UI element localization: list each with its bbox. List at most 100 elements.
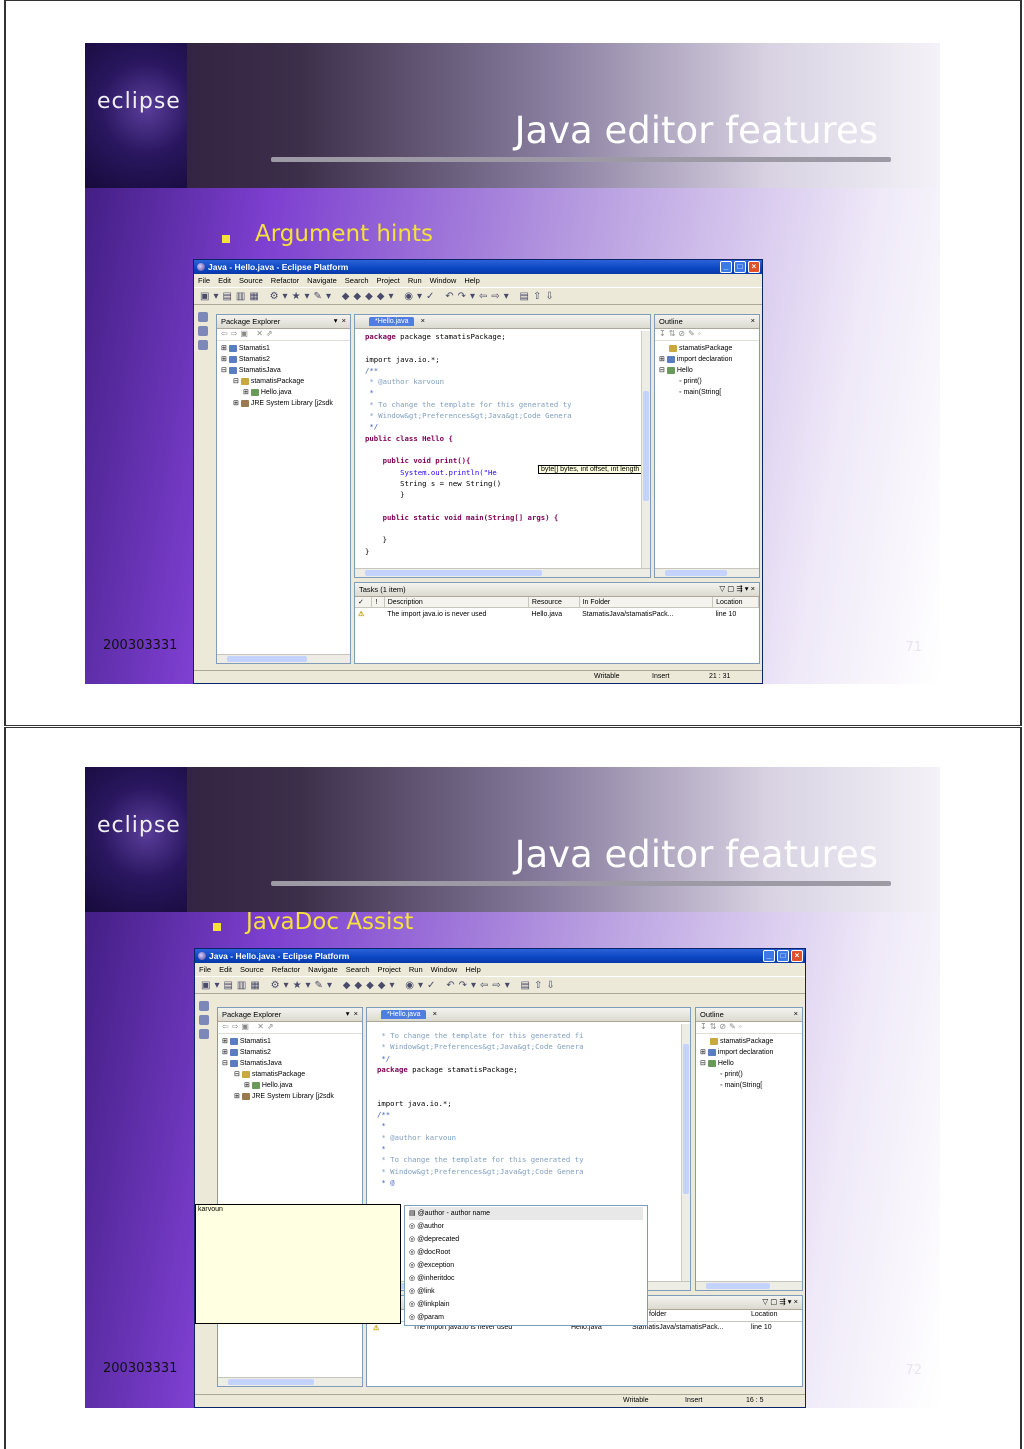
menu-help[interactable]: Help: [464, 276, 479, 287]
menu-source[interactable]: Source: [240, 965, 264, 976]
view-toolbar[interactable]: ⇦⇨▣ ✕⇗: [217, 329, 350, 341]
menu-help[interactable]: Help: [465, 965, 480, 976]
menu-navigate[interactable]: Navigate: [307, 276, 337, 287]
outline-item[interactable]: ⊞ import declaration: [700, 1047, 798, 1058]
close-tab-icon[interactable]: ×: [433, 1009, 437, 1018]
menu-project[interactable]: Project: [377, 276, 400, 287]
menu-search[interactable]: Search: [346, 965, 370, 976]
menu-edit[interactable]: Edit: [218, 276, 231, 287]
tree-item[interactable]: ⊟ StamatisJava: [221, 365, 346, 376]
column-header[interactable]: Description: [384, 597, 529, 608]
column-header[interactable]: In Folder: [579, 597, 714, 608]
outline-item[interactable]: stamatisPackage: [659, 343, 755, 354]
table-row[interactable]: ⚠ The import java.io is never used Hello…: [355, 608, 759, 621]
outline-item[interactable]: ⊞ import declaration: [659, 354, 755, 365]
proposal-item[interactable]: ◎ @docRoot: [409, 1246, 643, 1259]
minimize-button[interactable]: _: [720, 261, 732, 273]
perspective-icon[interactable]: [198, 340, 208, 350]
menu-run[interactable]: Run: [409, 965, 423, 976]
outline-item[interactable]: ⊟ Hello: [700, 1058, 798, 1069]
view-toolbar[interactable]: ↧⇅⊘✎◦: [655, 329, 759, 341]
view-menu-icon[interactable]: ▽ ▢ ⇶ ▾ ×: [762, 1297, 798, 1306]
main-toolbar[interactable]: ▣▾▤▥▦ ⚙▾★▾✎▾ ◆◆◆◆▾ ◉▾✓ ↶↷▾⇦⇨▾ ▤⇧⇩: [195, 976, 805, 994]
tree-item[interactable]: ⊟ stamatisPackage: [222, 1069, 358, 1080]
menu-file[interactable]: File: [199, 965, 211, 976]
proposal-item[interactable]: ◎ @param: [409, 1311, 643, 1324]
javadoc-assist-proposal-list[interactable]: ▤ @author - author name ◎ @author ◎ @dep…: [404, 1205, 648, 1326]
column-header[interactable]: Location: [751, 1311, 777, 1318]
maximize-button[interactable]: □: [777, 950, 789, 962]
maximize-button[interactable]: □: [734, 261, 746, 273]
proposal-item[interactable]: ◎ @linkplain: [409, 1298, 643, 1311]
outline-item[interactable]: ⊟ Hello: [659, 365, 755, 376]
vertical-scrollbar[interactable]: [681, 1024, 690, 1281]
menu-search[interactable]: Search: [345, 276, 369, 287]
tree-item[interactable]: ⊞ Stamatis2: [221, 354, 346, 365]
proposal-item[interactable]: ◎ @deprecated: [409, 1233, 643, 1246]
proposal-item[interactable]: ◎ @inheritdoc: [409, 1272, 643, 1285]
menu-run[interactable]: Run: [408, 276, 422, 287]
menu-edit[interactable]: Edit: [219, 965, 232, 976]
perspective-icon[interactable]: [199, 1029, 209, 1039]
tree-item[interactable]: ⊟ stamatisPackage: [221, 376, 346, 387]
close-view-icon[interactable]: ▾ ×: [346, 1009, 358, 1018]
horizontal-scrollbar[interactable]: [218, 1377, 362, 1386]
minimize-button[interactable]: _: [763, 950, 775, 962]
main-toolbar[interactable]: ▣▾▤▥▦ ⚙▾★▾✎▾ ◆◆◆◆▾ ◉▾✓ ↶↷▾⇦⇨▾ ▤⇧⇩: [194, 287, 762, 305]
perspective-icon[interactable]: [199, 1001, 209, 1011]
column-header[interactable]: folder: [649, 1311, 667, 1318]
view-menu-icon[interactable]: ▽ ▢ ⇶ ▾ ×: [719, 584, 755, 593]
close-tab-icon[interactable]: ×: [421, 316, 425, 325]
menu-refactor[interactable]: Refactor: [271, 276, 299, 287]
tree-item[interactable]: ⊟ StamatisJava: [222, 1058, 358, 1069]
tree-item[interactable]: ⊞ JRE System Library [j2sdk: [221, 398, 346, 409]
outline-item[interactable]: ◦ print(): [700, 1069, 798, 1080]
outline-item[interactable]: ◦ print(): [659, 376, 755, 387]
outline-item[interactable]: ◦ main(String[: [659, 387, 755, 398]
perspective-icon[interactable]: [198, 326, 208, 336]
horizontal-scrollbar[interactable]: [355, 568, 650, 577]
tree-item[interactable]: ⊞ Stamatis1: [221, 343, 346, 354]
code-area[interactable]: package package stamatisPackage; import …: [355, 329, 650, 557]
column-header[interactable]: !: [371, 597, 385, 608]
code-area[interactable]: * To change the template for this genera…: [367, 1022, 690, 1188]
menu-navigate[interactable]: Navigate: [308, 965, 338, 976]
menu-refactor[interactable]: Refactor: [272, 965, 300, 976]
menu-window[interactable]: Window: [430, 276, 457, 287]
status-cursor-position: 21 : 31: [709, 673, 731, 680]
horizontal-scrollbar[interactable]: [696, 1281, 802, 1290]
perspective-icon[interactable]: [199, 1015, 209, 1025]
vertical-scrollbar[interactable]: [641, 331, 650, 568]
tree-item[interactable]: ⊞ Hello.java: [221, 387, 346, 398]
tree-item[interactable]: ⊞ Stamatis2: [222, 1047, 358, 1058]
close-view-icon[interactable]: ×: [751, 316, 755, 325]
close-view-icon[interactable]: ▾ ×: [334, 316, 346, 325]
tree-item[interactable]: ⊞ Hello.java: [222, 1080, 358, 1091]
horizontal-scrollbar[interactable]: [217, 654, 350, 663]
close-view-icon[interactable]: ×: [794, 1009, 798, 1018]
proposal-item[interactable]: ▤ @author - author name: [409, 1207, 643, 1220]
editor-tab-hello-java[interactable]: *Hello.java: [381, 1010, 427, 1019]
column-header[interactable]: Location: [712, 597, 759, 608]
proposal-item[interactable]: ◎ @link: [409, 1285, 643, 1298]
window-title: Java - Hello.java - Eclipse Platform: [208, 262, 349, 272]
perspective-icon[interactable]: [198, 312, 208, 322]
column-header[interactable]: Resource: [528, 597, 580, 608]
view-toolbar[interactable]: ⇦⇨▣ ✕⇗: [218, 1022, 362, 1034]
proposal-item[interactable]: ◎ @exception: [409, 1259, 643, 1272]
outline-item[interactable]: stamatisPackage: [700, 1036, 798, 1047]
horizontal-scrollbar[interactable]: [655, 568, 759, 577]
tree-item[interactable]: ⊞ JRE System Library [j2sdk: [222, 1091, 358, 1102]
view-toolbar[interactable]: ↧⇅⊘✎◦: [696, 1022, 802, 1034]
menu-project[interactable]: Project: [378, 965, 401, 976]
tree-item[interactable]: ⊞ Stamatis1: [222, 1036, 358, 1047]
column-header[interactable]: ✓: [355, 597, 373, 608]
menu-file[interactable]: File: [198, 276, 210, 287]
close-button[interactable]: ×: [791, 950, 803, 962]
outline-item[interactable]: ◦ main(String[: [700, 1080, 798, 1091]
proposal-item[interactable]: ◎ @author: [409, 1220, 643, 1233]
menu-window[interactable]: Window: [431, 965, 458, 976]
editor-tab-hello-java[interactable]: *Hello.java: [369, 317, 415, 326]
close-button[interactable]: ×: [748, 261, 760, 273]
menu-source[interactable]: Source: [239, 276, 263, 287]
